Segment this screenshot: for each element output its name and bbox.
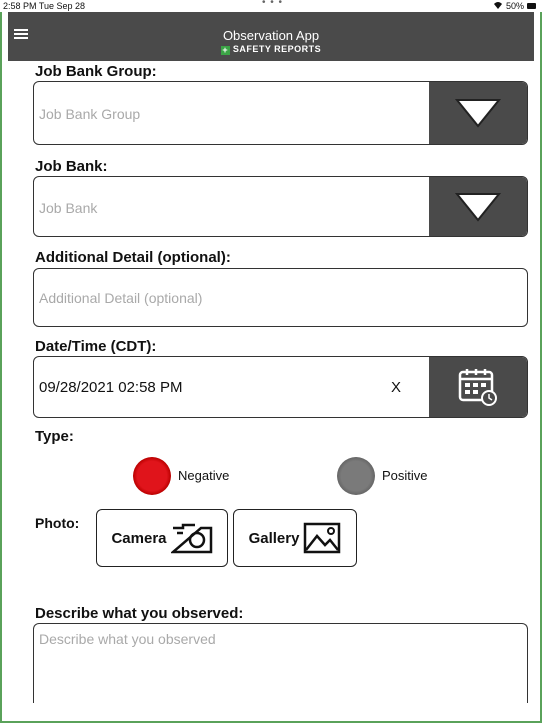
app-title: Observation App xyxy=(222,28,320,43)
job-bank-group-placeholder: Job Bank Group xyxy=(39,106,141,122)
plus-icon: + xyxy=(220,45,230,55)
status-bar: 2:58 PM Tue Sep 28 • • • 50% xyxy=(0,0,542,12)
positive-radio[interactable] xyxy=(337,457,375,495)
battery-icon xyxy=(527,3,536,9)
job-bank-group-select[interactable]: Job Bank Group xyxy=(33,81,528,145)
multitask-dots[interactable]: • • • xyxy=(262,0,283,8)
triangle-down-icon xyxy=(455,192,501,222)
gallery-button[interactable]: Gallery xyxy=(233,509,357,567)
calendar-button[interactable] xyxy=(429,357,527,417)
gallery-button-label: Gallery xyxy=(248,529,300,547)
job-bank-group-label: Job Bank Group: xyxy=(35,63,157,80)
wifi-icon xyxy=(493,1,503,11)
datetime-value: 09/28/2021 02:58 PM xyxy=(39,379,183,396)
datetime-field[interactable]: 09/28/2021 02:58 PM X xyxy=(33,356,528,418)
brand-logo: + SAFETY REPORTS xyxy=(8,44,534,55)
camera-button-label: Camera xyxy=(111,529,167,547)
camera-button[interactable]: Camera xyxy=(96,509,228,567)
additional-detail-input[interactable]: Additional Detail (optional) xyxy=(33,268,528,327)
photo-label: Photo: xyxy=(35,515,80,531)
job-bank-placeholder: Job Bank xyxy=(39,200,98,216)
job-bank-select[interactable]: Job Bank xyxy=(33,176,528,237)
type-label: Type: xyxy=(35,428,74,445)
status-right: 50% xyxy=(493,1,536,11)
positive-radio-label[interactable]: Positive xyxy=(382,468,428,483)
image-icon xyxy=(304,522,341,554)
datetime-clear-button[interactable]: X xyxy=(391,379,401,396)
job-bank-label: Job Bank: xyxy=(35,158,108,175)
app-header: Observation App + SAFETY REPORTS xyxy=(8,12,534,61)
brand-text: SAFETY REPORTS xyxy=(232,44,322,54)
describe-textarea[interactable]: Describe what you observed xyxy=(33,623,528,703)
describe-label: Describe what you observed: xyxy=(35,605,244,622)
battery-percent: 50% xyxy=(505,1,524,11)
negative-radio-label[interactable]: Negative xyxy=(178,468,229,483)
additional-detail-placeholder: Additional Detail (optional) xyxy=(39,290,203,306)
additional-detail-label: Additional Detail (optional): xyxy=(35,249,231,266)
job-bank-dropdown-button[interactable] xyxy=(429,177,527,236)
describe-placeholder: Describe what you observed xyxy=(39,631,216,647)
calendar-icon xyxy=(458,369,497,406)
triangle-down-icon xyxy=(455,99,501,128)
job-bank-group-dropdown-button[interactable] xyxy=(429,82,527,144)
datetime-label: Date/Time (CDT): xyxy=(35,338,157,355)
negative-radio[interactable] xyxy=(133,457,171,495)
status-time: 2:58 PM Tue Sep 28 xyxy=(3,1,86,11)
camera-icon xyxy=(170,523,212,554)
